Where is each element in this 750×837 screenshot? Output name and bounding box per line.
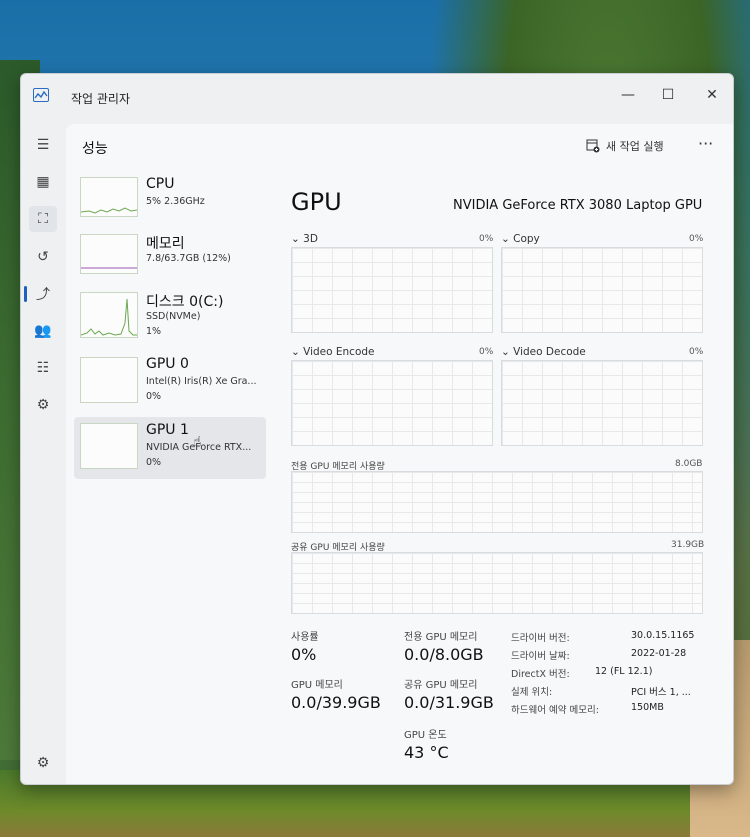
gpu-temperature-value: 43 °C: [404, 743, 449, 762]
engine-value: 0%: [689, 234, 704, 244]
engine-copy-graph: [501, 247, 703, 333]
shared-gpu-memory-label: 공유 GPU 메모리: [404, 680, 478, 691]
utilization-value: 0%: [291, 645, 317, 664]
engine-label: Video Encode: [303, 346, 375, 358]
resource-name: 메모리: [146, 236, 185, 252]
resource-detail: 7.8/63.7GB (12%): [146, 253, 231, 264]
engine-label: 3D: [303, 233, 318, 245]
engine-3d-dropdown[interactable]: ⌄ 3D: [291, 233, 318, 245]
resource-list: CPU 5% 2.36GHz 메모리 7.8/63.7GB (12%) 디스크 …: [74, 171, 266, 771]
minimize-button[interactable]: —: [613, 82, 643, 108]
dedicated-gpu-memory-label: 전용 GPU 메모리: [404, 632, 478, 643]
maximize-button[interactable]: ☐: [653, 82, 683, 108]
resource-usage: 0%: [146, 457, 162, 468]
engine-video-encode-dropdown[interactable]: ⌄ Video Encode: [291, 346, 375, 358]
engine-value: 0%: [479, 347, 494, 357]
dedicated-memory-graph: [291, 471, 703, 533]
dedicated-gpu-memory-value: 0.0/8.0GB: [404, 645, 484, 664]
gpu-detail-view: GPU NVIDIA GeForce RTX 3080 Laptop GPU ⌄…: [291, 171, 731, 781]
resource-name: GPU 0: [146, 356, 189, 372]
run-new-task-button[interactable]: 새 작업 실행: [586, 138, 664, 154]
disk-thumbnail-graph: [80, 292, 138, 338]
engine-copy-dropdown[interactable]: ⌄ Copy: [501, 233, 540, 245]
details-icon[interactable]: ☷: [29, 355, 57, 381]
run-new-task-label: 새 작업 실행: [606, 140, 664, 153]
navigation-rail: ☰ ▦ ⛶ ↺ ⤴ 👥 ☷ ⚙ ⚙: [21, 124, 65, 784]
title-bar[interactable]: 작업 관리자 — ☐ ✕: [21, 74, 733, 118]
gpu-title: GPU: [291, 188, 342, 216]
shared-gpu-memory-value: 0.0/31.9GB: [404, 693, 494, 712]
resource-item-memory[interactable]: 메모리 7.8/63.7GB (12%): [74, 228, 266, 290]
resource-usage: 1%: [146, 326, 162, 337]
hardware-reserved-memory-label: 하드웨어 예약 메모리:: [511, 705, 599, 716]
shared-memory-max: 31.9GB: [671, 540, 705, 550]
resource-item-gpu0[interactable]: GPU 0 Intel(R) Iris(R) Xe Gra... 0%: [74, 351, 266, 413]
shared-memory-graph: [291, 552, 703, 614]
driver-date-value: 2022-01-28: [631, 648, 687, 659]
directx-version-value: 12 (FL 12.1): [595, 666, 653, 677]
mouse-pointer-icon: ☝: [193, 434, 202, 450]
driver-version-label: 드라이버 버전:: [511, 633, 570, 644]
resource-item-disk[interactable]: 디스크 0(C:) SSD(NVMe) 1%: [74, 286, 266, 348]
cpu-thumbnail-graph: [80, 177, 138, 217]
engine-value: 0%: [689, 347, 704, 357]
memory-thumbnail-graph: [80, 234, 138, 274]
driver-version-value: 30.0.15.1165: [631, 630, 695, 641]
resource-detail: 5% 2.36GHz: [146, 196, 205, 207]
gpu0-thumbnail-graph: [80, 357, 138, 403]
settings-icon[interactable]: ⚙: [29, 750, 57, 776]
gpu-temperature-label: GPU 온도: [404, 730, 447, 741]
gpu-memory-value: 0.0/39.9GB: [291, 693, 381, 712]
engine-video-encode-graph: [291, 360, 493, 446]
engine-video-decode-dropdown[interactable]: ⌄ Video Decode: [501, 346, 586, 358]
close-button[interactable]: ✕: [697, 82, 727, 108]
resource-name: 디스크 0(C:): [146, 294, 224, 310]
active-indicator: [24, 286, 27, 302]
resource-item-cpu[interactable]: CPU 5% 2.36GHz: [74, 171, 266, 233]
performance-panel: 성능 새 작업 실행 ··· CPU 5% 2.36GHz 메모리 7.8/63…: [66, 124, 733, 784]
engine-label: Video Decode: [513, 346, 586, 358]
performance-icon[interactable]: ⛶: [29, 206, 57, 232]
physical-location-label: 실제 위치:: [511, 687, 553, 698]
resource-detail: SSD(NVMe): [146, 311, 201, 322]
resource-name: GPU 1: [146, 422, 189, 438]
directx-version-label: DirectX 버전:: [511, 669, 570, 680]
task-manager-window: 작업 관리자 — ☐ ✕ ☰ ▦ ⛶ ↺ ⤴ 👥 ☷ ⚙ ⚙ 성능 새 작업 실…: [20, 73, 734, 785]
utilization-label: 사용률: [291, 632, 319, 643]
physical-location-value: PCI 버스 1, ...: [631, 687, 691, 698]
gpu1-thumbnail-graph: [80, 423, 138, 469]
app-history-icon[interactable]: ↺: [29, 244, 57, 270]
startup-apps-icon[interactable]: ⤴: [29, 281, 57, 307]
dedicated-memory-max: 8.0GB: [675, 459, 703, 469]
task-manager-app-icon: [33, 88, 49, 102]
gpu-memory-label: GPU 메모리: [291, 680, 343, 691]
users-icon[interactable]: 👥: [29, 318, 57, 344]
resource-item-gpu1[interactable]: GPU 1 NVIDIA GeForce RTX... 0%: [74, 417, 266, 479]
engine-3d-graph: [291, 247, 493, 333]
new-task-icon: [586, 139, 600, 153]
engine-video-decode-graph: [501, 360, 703, 446]
gpu-model-name: NVIDIA GeForce RTX 3080 Laptop GPU: [453, 198, 703, 213]
resource-name: CPU: [146, 176, 175, 192]
services-icon[interactable]: ⚙: [29, 392, 57, 418]
menu-icon[interactable]: ☰: [29, 132, 57, 158]
hardware-reserved-memory-value: 150MB: [631, 702, 664, 713]
resource-usage: 0%: [146, 391, 162, 402]
engine-label: Copy: [513, 233, 540, 245]
processes-icon[interactable]: ▦: [29, 169, 57, 195]
driver-date-label: 드라이버 날짜:: [511, 651, 570, 662]
page-title: 성능: [82, 141, 108, 157]
engine-value: 0%: [479, 234, 494, 244]
resource-detail: Intel(R) Iris(R) Xe Gra...: [146, 376, 257, 387]
window-title: 작업 관리자: [71, 92, 131, 106]
more-options-button[interactable]: ···: [698, 134, 713, 153]
